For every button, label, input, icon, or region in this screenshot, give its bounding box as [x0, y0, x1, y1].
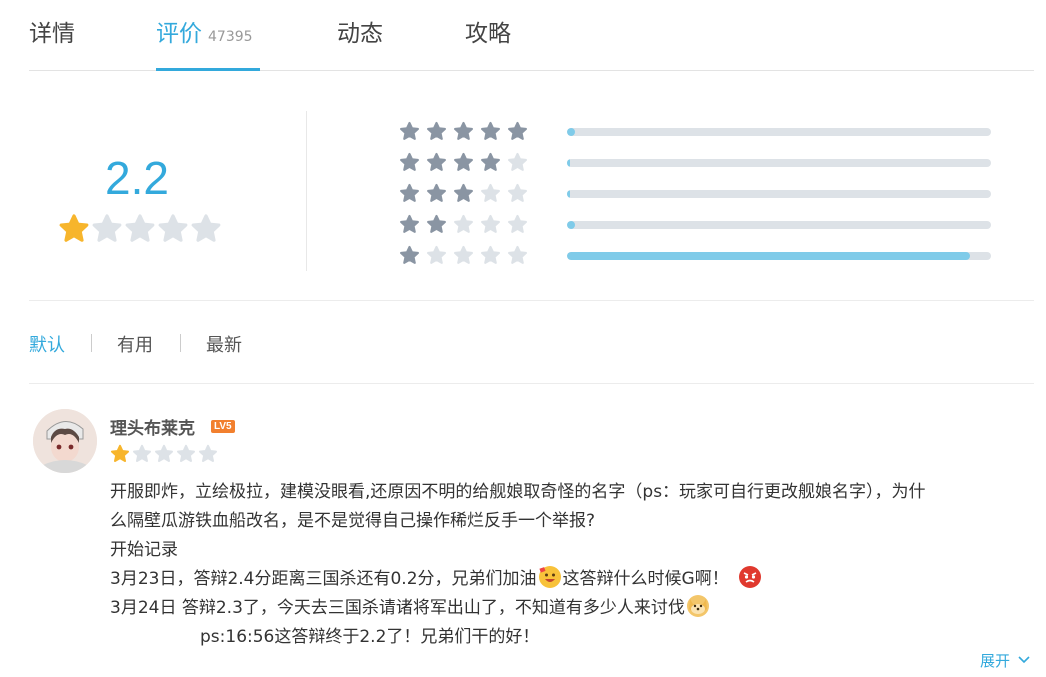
- star-empty-icon: [125, 214, 155, 242]
- tab-reviews[interactable]: 评价 47395: [156, 14, 253, 48]
- star-filled-icon: [427, 121, 446, 140]
- cheer-emoji-icon: [538, 566, 561, 588]
- distribution-row: [399, 214, 999, 245]
- distribution-row: [399, 121, 999, 152]
- sort-useful[interactable]: 有用: [117, 331, 153, 357]
- distribution-bar: [567, 252, 991, 260]
- avatar[interactable]: [33, 409, 97, 473]
- star-filled-icon: [400, 152, 419, 171]
- tab-guides[interactable]: 攻略: [465, 14, 511, 48]
- star-filled-icon: [454, 152, 473, 171]
- review-count: 47395: [208, 29, 253, 45]
- distribution-row: [399, 152, 999, 183]
- star-empty-icon: [191, 214, 221, 242]
- distribution-bar: [567, 159, 991, 167]
- sort-bar: 默认 有用 最新: [29, 301, 1034, 384]
- distribution-bar-fill: [567, 159, 570, 167]
- chevron-down-icon: [1018, 656, 1030, 664]
- star-empty-icon: [508, 245, 527, 264]
- star-filled-icon: [481, 152, 500, 171]
- star-filled-icon: [454, 121, 473, 140]
- distribution-row: [399, 183, 999, 214]
- star-filled-icon: [400, 214, 419, 233]
- tab-activity[interactable]: 动态: [337, 14, 383, 48]
- level-badge: LV5: [211, 420, 235, 433]
- star-empty-icon: [454, 245, 473, 264]
- average-score-stars: [58, 213, 222, 245]
- star-empty-icon: [454, 214, 473, 233]
- review-line: 开始记录: [110, 540, 178, 560]
- review-line: 么隔壁瓜游铁血船改名，是不是觉得自己操作稀烂反手一个举报?: [110, 511, 596, 531]
- distribution-bar-fill: [567, 221, 575, 229]
- distribution-stars: [399, 183, 528, 204]
- star-empty-icon: [199, 444, 217, 462]
- star-filled-icon: [508, 121, 527, 140]
- review-line: 3月23日，答辩2.4分距离三国杀还有0.2分，兄弟们加油 这答辩什么时候G啊！: [110, 565, 1030, 594]
- star-filled-icon: [427, 214, 446, 233]
- star-empty-icon: [508, 152, 527, 171]
- star-filled-icon: [481, 121, 500, 140]
- star-filled-icon: [111, 444, 129, 462]
- star-empty-icon: [481, 245, 500, 264]
- distribution-bar-fill: [567, 190, 570, 198]
- review-line-part: 这答辩什么时候G啊！: [562, 569, 729, 589]
- distribution-stars: [399, 152, 528, 173]
- star-empty-icon: [158, 214, 188, 242]
- angry-emoji-icon: [738, 566, 761, 588]
- divider: [180, 334, 181, 352]
- expand-button[interactable]: 展开: [980, 650, 1031, 671]
- sort-latest[interactable]: 最新: [206, 331, 242, 357]
- star-filled-icon: [427, 183, 446, 202]
- star-empty-icon: [177, 444, 195, 462]
- distribution-bar: [567, 221, 991, 229]
- distribution-bar: [567, 128, 991, 136]
- star-empty-icon: [508, 214, 527, 233]
- star-empty-icon: [133, 444, 151, 462]
- tab-details[interactable]: 详情: [29, 14, 75, 48]
- star-empty-icon: [427, 245, 446, 264]
- review-body: 开服即炸，立绘极拉，建模没眼看,还原因不明的给舰娘取奇怪的名字（ps：玩家可自行…: [110, 478, 1030, 652]
- average-score: 2.2: [105, 152, 169, 204]
- star-filled-icon: [400, 121, 419, 140]
- review-username[interactable]: 理头布莱克: [110, 414, 195, 439]
- tab-bar: 详情 评价 47395 动态 攻略: [29, 0, 1034, 71]
- star-filled-icon: [400, 183, 419, 202]
- distribution-bar-fill: [567, 252, 970, 260]
- distribution-stars: [399, 214, 528, 235]
- star-empty-icon: [155, 444, 173, 462]
- star-filled-icon: [59, 214, 89, 242]
- star-empty-icon: [481, 183, 500, 202]
- star-empty-icon: [481, 214, 500, 233]
- doge-emoji-icon: [686, 595, 709, 617]
- distribution-row: [399, 245, 999, 276]
- review-line: 3月24日 答辩2.3了，今天去三国杀请诸将军出山了，不知道有多少人来讨伐: [110, 594, 1030, 623]
- distribution-stars: [399, 121, 528, 142]
- star-empty-icon: [92, 214, 122, 242]
- star-filled-icon: [454, 183, 473, 202]
- distribution-bar-fill: [567, 128, 576, 136]
- distribution-bar: [567, 190, 991, 198]
- divider: [91, 334, 92, 352]
- star-empty-icon: [508, 183, 527, 202]
- review-line: ps:16:56这答辩终于2.2了！兄弟们干的好！: [200, 627, 540, 647]
- review-line-part: 3月23日，答辩2.4分距离三国杀还有0.2分，兄弟们加油: [110, 569, 537, 589]
- review-line: 开服即炸，立绘极拉，建模没眼看,还原因不明的给舰娘取奇怪的名字（ps：玩家可自行…: [110, 482, 926, 502]
- distribution-stars: [399, 245, 528, 266]
- tab-reviews-label: 评价: [156, 21, 202, 47]
- star-filled-icon: [400, 245, 419, 264]
- review-stars: [110, 444, 218, 464]
- rating-summary: 2.2: [29, 71, 1034, 301]
- divider: [306, 111, 307, 271]
- star-filled-icon: [427, 152, 446, 171]
- expand-label: 展开: [980, 652, 1011, 670]
- rating-distribution: [399, 121, 999, 276]
- review-line-part: 3月24日 答辩2.3了，今天去三国杀请诸将军出山了，不知道有多少人来讨伐: [110, 598, 685, 618]
- sort-default[interactable]: 默认: [29, 331, 65, 357]
